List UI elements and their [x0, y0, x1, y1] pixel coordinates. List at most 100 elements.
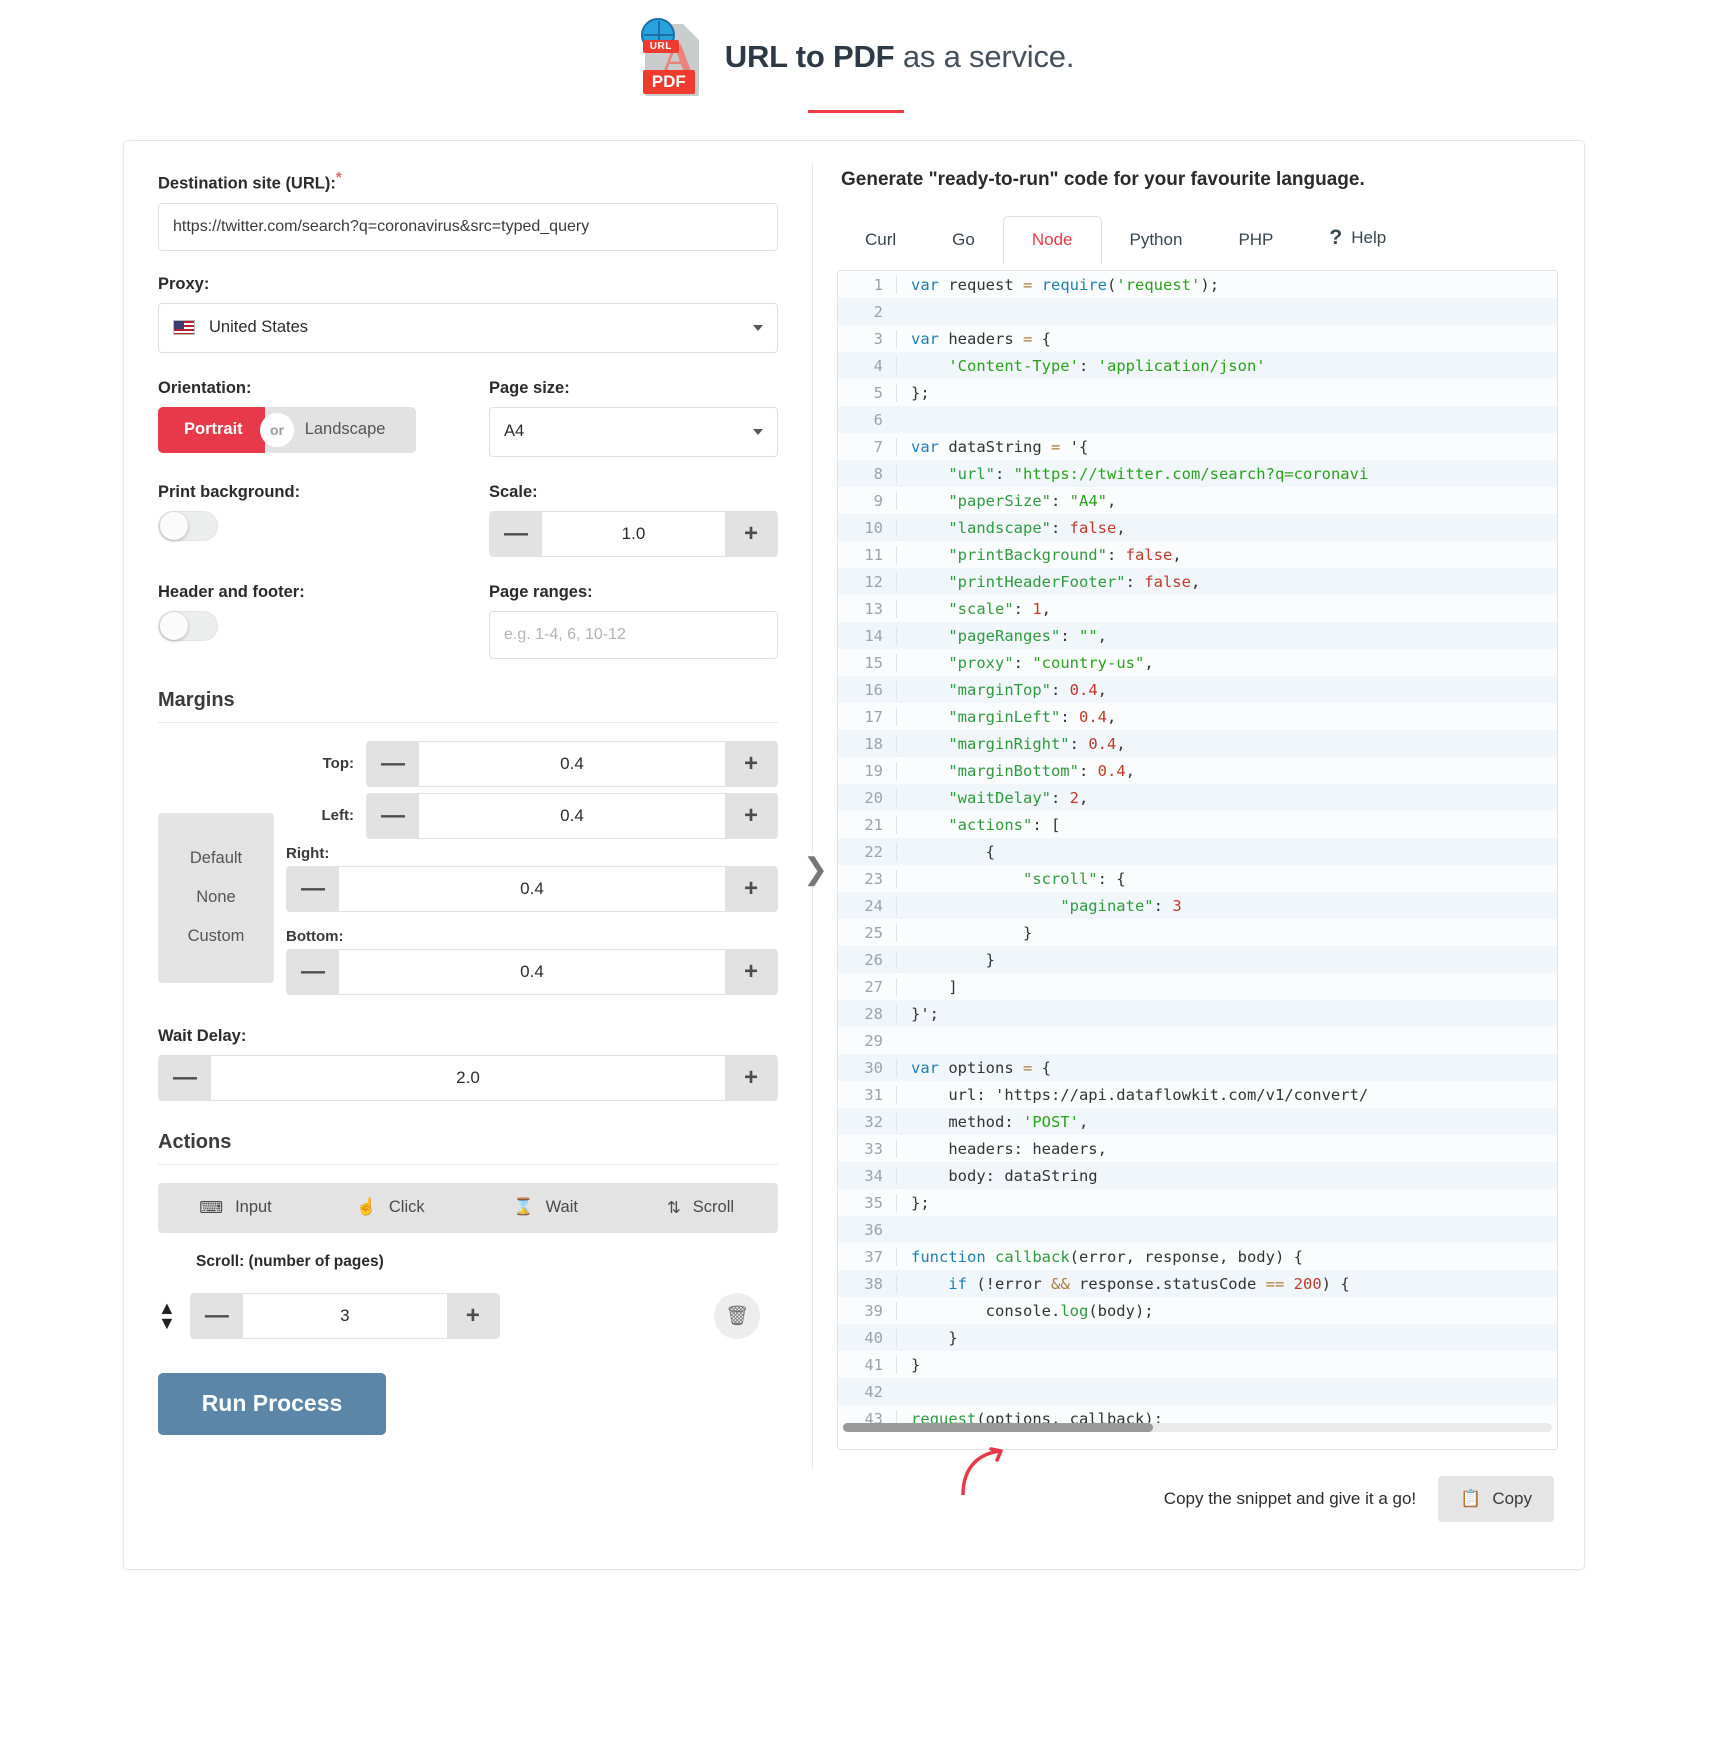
code-line-text: if (!error && response.statusCode == 200… [896, 1274, 1557, 1293]
code-line: 13 "scale": 1, [838, 595, 1557, 622]
code-line-text: "marginTop": 0.4, [896, 680, 1557, 699]
margin-right-value[interactable]: 0.4 [339, 867, 725, 911]
delete-action-button[interactable]: 🗑 [714, 1292, 760, 1339]
code-line-text: "scroll": { [896, 869, 1557, 888]
tab-node[interactable]: Node [1002, 216, 1102, 264]
scroll-pages-value[interactable]: 3 [243, 1294, 447, 1338]
tab-python[interactable]: Python [1102, 217, 1211, 263]
margin-top-increment-button[interactable]: + [725, 741, 777, 786]
margin-left-value[interactable]: 0.4 [419, 794, 725, 838]
code-line-number: 27 [864, 977, 883, 996]
margin-left-row: Left: — 0.4 + [296, 792, 778, 839]
margin-left-stepper[interactable]: — 0.4 + [366, 792, 778, 839]
margin-top-value[interactable]: 0.4 [419, 742, 725, 786]
tab-php[interactable]: PHP [1210, 217, 1301, 263]
header-footer-toggle[interactable] [158, 610, 218, 641]
wait-delay-stepper[interactable]: — 2.0 + [158, 1054, 778, 1101]
code-line: 38 if (!error && response.statusCode == … [838, 1270, 1557, 1297]
action-tab-input[interactable]: ⌨ Input [158, 1183, 313, 1233]
code-line-number: 39 [864, 1301, 883, 1320]
margin-bottom-stepper[interactable]: — 0.4 + [286, 948, 778, 995]
wait-delay-increment-button[interactable]: + [725, 1055, 777, 1100]
drag-handle-icon[interactable]: ▲ ▼ [158, 1299, 176, 1331]
code-line: 40 } [838, 1324, 1557, 1351]
page-ranges-input[interactable]: e.g. 1-4, 6, 10-12 [489, 610, 778, 659]
code-line-text: "actions": [ [896, 815, 1557, 834]
scroll-pages-stepper[interactable]: — 3 + [189, 1292, 500, 1339]
code-line: 34 body: dataString [838, 1162, 1557, 1189]
margin-preset-custom[interactable]: Custom [188, 927, 245, 946]
tab-help[interactable]: ? Help [1301, 213, 1414, 263]
code-line: 39 console.log(body); [838, 1297, 1557, 1324]
code-line-number: 36 [864, 1220, 883, 1239]
code-line-text: headers: headers, [896, 1139, 1557, 1158]
action-type-tabs: ⌨ Input ☝ Click ⌛ Wait ⇅ Scroll [158, 1182, 778, 1233]
url-to-pdf-logo-icon: A URL PDF [637, 18, 699, 96]
print-background-label: Print background: [158, 482, 301, 501]
code-line-number: 16 [864, 680, 883, 699]
code-line-text: }; [896, 383, 1557, 402]
code-line: 42 [838, 1378, 1557, 1405]
margin-bottom-value[interactable]: 0.4 [339, 950, 725, 994]
margin-left-increment-button[interactable]: + [725, 793, 777, 838]
orientation-portrait-option[interactable]: Portrait [158, 406, 265, 453]
actions-heading: Actions [158, 1130, 232, 1153]
code-line-number: 42 [864, 1382, 883, 1401]
code-line: 6 [838, 406, 1557, 433]
code-line-text: url: 'https://api.dataflowkit.com/v1/con… [896, 1085, 1557, 1104]
orientation-label: Orientation: [158, 378, 252, 397]
print-background-toggle[interactable] [158, 510, 218, 541]
scale-increment-button[interactable]: + [725, 511, 777, 556]
code-line: 2 [838, 298, 1557, 325]
margin-top-stepper[interactable]: — 0.4 + [366, 740, 778, 787]
margin-right-stepper[interactable]: — 0.4 + [286, 865, 778, 912]
margin-bottom-increment-button[interactable]: + [725, 949, 777, 994]
wait-delay-decrement-button[interactable]: — [159, 1055, 211, 1100]
proxy-select[interactable]: United States [158, 302, 778, 353]
tab-curl[interactable]: Curl [837, 217, 924, 263]
code-line: 10 "landscape": false, [838, 514, 1557, 541]
margin-bottom-decrement-button[interactable]: — [287, 949, 339, 994]
scroll-pages-increment-button[interactable]: + [446, 1293, 499, 1338]
code-line: 21 "actions": [ [838, 811, 1557, 838]
code-line-number: 10 [864, 518, 883, 537]
code-snippet[interactable]: 1 var request = require('request'); 2 3 var … [837, 270, 1558, 1450]
code-line: 29 [838, 1027, 1557, 1054]
code-line-number: 25 [864, 923, 883, 942]
action-tab-scroll[interactable]: ⇅ Scroll [623, 1183, 778, 1233]
code-line-number: 30 [864, 1058, 883, 1077]
margin-right-increment-button[interactable]: + [725, 866, 777, 911]
code-line-text: }; [896, 1193, 1557, 1212]
scale-stepper[interactable]: — 1.0 + [489, 510, 778, 557]
margin-top-row: Top: — 0.4 + [296, 740, 778, 787]
margin-preset-default[interactable]: Default [190, 849, 242, 868]
scale-value[interactable]: 1.0 [542, 512, 725, 556]
tab-help-label: Help [1351, 228, 1387, 247]
copy-button[interactable]: 📋 Copy [1438, 1476, 1554, 1522]
scale-decrement-button[interactable]: — [490, 511, 542, 556]
pagesize-select[interactable]: A4 [489, 406, 778, 457]
url-label: Destination site (URL):* [158, 169, 342, 193]
code-line-text: { [896, 842, 1557, 861]
margin-right-decrement-button[interactable]: — [287, 866, 339, 911]
margin-preset-none[interactable]: None [196, 888, 235, 907]
code-line-number: 14 [864, 626, 883, 645]
proxy-label: Proxy: [158, 274, 210, 293]
orientation-toggle[interactable]: Portrait or Landscape [158, 406, 416, 453]
action-tab-wait[interactable]: ⌛ Wait [468, 1183, 623, 1233]
run-process-button[interactable]: Run Process [158, 1372, 386, 1435]
tab-go[interactable]: Go [924, 217, 1003, 263]
url-input[interactable]: https://twitter.com/search?q=coronavirus… [158, 202, 778, 251]
code-line-number: 40 [864, 1328, 883, 1347]
margin-top-decrement-button[interactable]: — [367, 741, 419, 786]
code-line-text: var options = { [896, 1058, 1557, 1077]
action-tab-click[interactable]: ☝ Click [313, 1183, 468, 1233]
code-line-text: body: dataString [896, 1166, 1557, 1185]
scroll-pages-decrement-button[interactable]: — [190, 1293, 243, 1338]
code-line-text: 'Content-Type': 'application/json' [896, 356, 1557, 375]
code-line-number: 17 [864, 707, 883, 726]
code-hscrollbar-thumb[interactable] [843, 1423, 1153, 1432]
code-line-text: "marginBottom": 0.4, [896, 761, 1557, 780]
wait-delay-value[interactable]: 2.0 [211, 1056, 725, 1100]
margin-left-decrement-button[interactable]: — [367, 793, 419, 838]
